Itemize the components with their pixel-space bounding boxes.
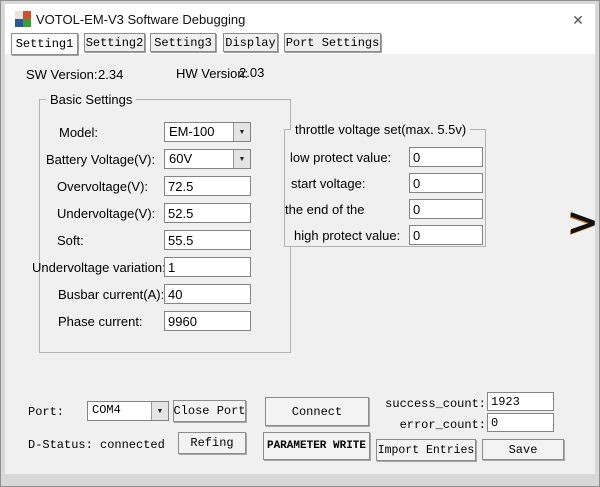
end-of-the-input[interactable] [409, 199, 483, 219]
import-entries-button[interactable]: Import Entries [376, 439, 476, 461]
refing-button[interactable]: Refing [178, 432, 246, 454]
low-protect-input[interactable] [409, 147, 483, 167]
overvoltage-label: Overvoltage(V): [57, 179, 148, 194]
port-combo[interactable]: COM4 ▼ [87, 401, 169, 421]
window-title: VOTOL-EM-V3 Software Debugging [36, 12, 245, 27]
tab-setting1[interactable]: Setting1 [11, 33, 78, 55]
success-count-label: success_count: [377, 397, 486, 411]
model-combo-value: EM-100 [169, 124, 215, 139]
model-combo[interactable]: EM-100 ▼ [164, 122, 251, 142]
success-count-input[interactable] [487, 392, 554, 411]
dropdown-arrow-icon: ▼ [233, 150, 250, 168]
error-count-label: error_count: [377, 418, 486, 432]
app-window: VOTOL-EM-V3 Software Debugging ✕ Setting… [0, 0, 600, 487]
undervoltage-variation-input[interactable] [164, 257, 251, 277]
dstatus-label: D-Status: [28, 438, 93, 452]
tab-port-settings[interactable]: Port Settings [284, 33, 381, 52]
tab-display[interactable]: Display [223, 33, 278, 52]
app-icon [15, 11, 31, 27]
start-voltage-label: start voltage: [291, 176, 365, 191]
port-combo-value: COM4 [92, 403, 121, 417]
close-port-button[interactable]: Close Port [173, 400, 246, 422]
busbar-current-label: Busbar current(A): [58, 287, 164, 302]
connect-button[interactable]: Connect [265, 397, 369, 426]
high-protect-label: high protect value: [294, 228, 400, 243]
dropdown-arrow-icon: ▼ [233, 123, 250, 141]
save-button[interactable]: Save [482, 439, 564, 460]
end-of-the-label: the end of the [285, 202, 365, 217]
sw-version-value: 2.34 [98, 67, 123, 82]
undervoltage-variation-label: Undervoltage variation: [32, 260, 166, 275]
close-icon[interactable]: ✕ [567, 10, 589, 30]
parameter-write-button[interactable]: PARAMETER WRITE [263, 432, 370, 460]
hw-version-value: 2.03 [239, 65, 264, 80]
battery-voltage-label: Battery Voltage(V): [46, 152, 155, 167]
dropdown-arrow-icon: ▼ [151, 402, 168, 420]
phase-current-input[interactable] [164, 311, 251, 331]
start-voltage-input[interactable] [409, 173, 483, 193]
throttle-voltage-title: throttle voltage set(max. 5.5v) [291, 122, 470, 137]
next-page-arrow[interactable]: > [567, 203, 599, 241]
basic-settings-title: Basic Settings [46, 92, 136, 107]
undervoltage-label: Undervoltage(V): [57, 206, 155, 221]
soft-input[interactable] [164, 230, 251, 250]
undervoltage-input[interactable] [164, 203, 251, 223]
battery-voltage-combo[interactable]: 60V ▼ [164, 149, 251, 169]
port-label: Port: [28, 405, 64, 419]
error-count-input[interactable] [487, 413, 554, 432]
high-protect-input[interactable] [409, 225, 483, 245]
sw-version-label: SW Version: [26, 67, 98, 82]
tab-setting3[interactable]: Setting3 [150, 33, 216, 52]
hw-version-label: HW Version: [176, 66, 248, 81]
dstatus-value: connected [100, 438, 165, 452]
header-area: VOTOL-EM-V3 Software Debugging ✕ Setting… [5, 4, 595, 54]
model-label: Model: [59, 125, 98, 140]
busbar-current-input[interactable] [164, 284, 251, 304]
low-protect-label: low protect value: [290, 150, 391, 165]
tab-setting2[interactable]: Setting2 [84, 33, 145, 52]
overvoltage-input[interactable] [164, 176, 251, 196]
soft-label: Soft: [57, 233, 84, 248]
phase-current-label: Phase current: [58, 314, 143, 329]
battery-voltage-combo-value: 60V [169, 151, 192, 166]
